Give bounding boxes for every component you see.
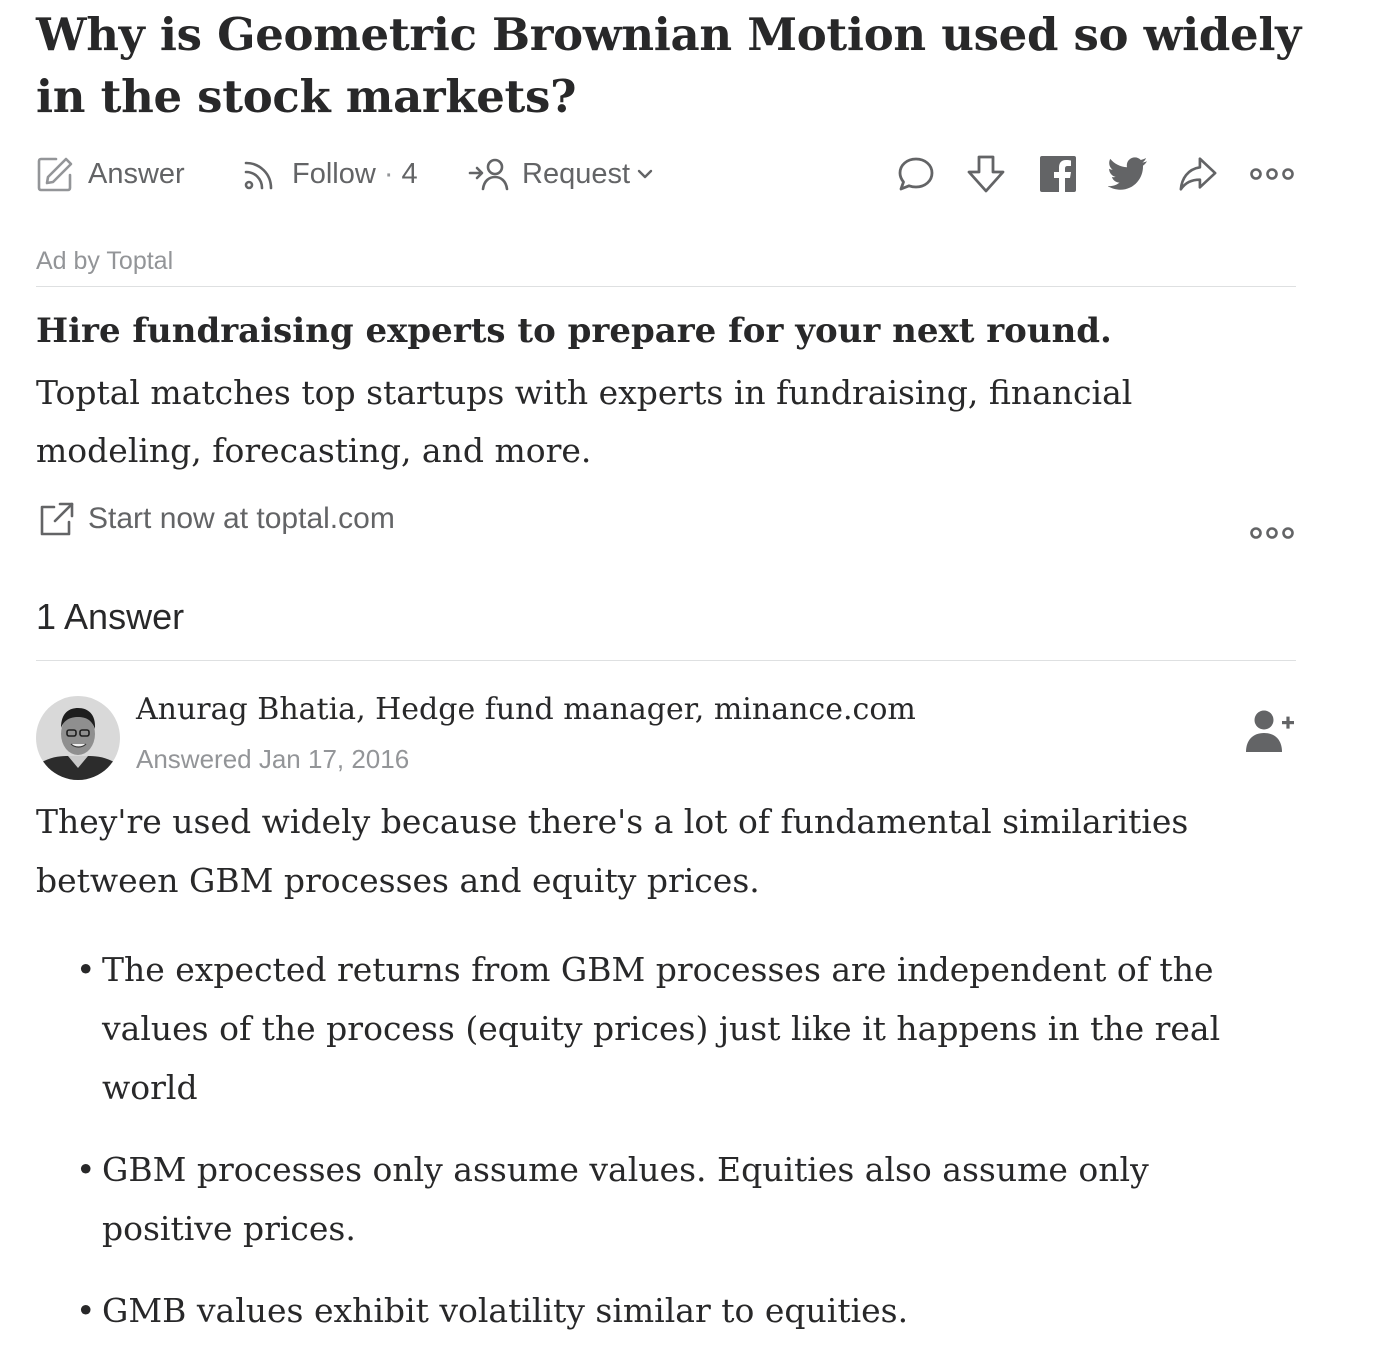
share-icon (1179, 157, 1217, 191)
answered-date[interactable]: Answered Jan 17, 2016 (136, 744, 409, 775)
follow-button[interactable]: Follow · 4 (240, 148, 418, 200)
request-button[interactable]: Request (468, 148, 654, 200)
author-name[interactable]: Anurag Bhatia, Hedge fund manager, minan… (136, 692, 916, 727)
add-user-icon (1246, 710, 1294, 752)
twitter-share-button[interactable] (1108, 154, 1148, 194)
list-item: • GBM processes only assume values. Equi… (0, 1140, 1242, 1258)
follow-separator: · (383, 157, 394, 190)
follow-count: 4 (401, 157, 418, 190)
ad-more-button[interactable] (1250, 523, 1294, 543)
bullet-marker: • (76, 1291, 96, 1330)
question-more-button[interactable] (1250, 164, 1294, 184)
more-icon (1250, 168, 1294, 180)
ad-headline[interactable]: Hire fundraising experts to prepare for … (36, 308, 1296, 354)
comment-icon (898, 157, 934, 191)
request-user-icon (468, 158, 509, 191)
ad-link-label: Start now at toptal.com (88, 502, 395, 535)
facebook-icon (1040, 156, 1076, 192)
ad-body: Toptal matches top startups with experts… (36, 373, 1133, 470)
chevron-down-icon (637, 169, 653, 179)
follow-rss-icon (244, 161, 273, 190)
pencil-icon (37, 157, 73, 192)
bullet-marker: • (76, 950, 96, 989)
external-link-icon (40, 502, 74, 536)
answer-intro: They're used widely because there's a lo… (36, 802, 1189, 900)
follow-author-button[interactable] (1244, 708, 1296, 754)
request-label: Request (522, 157, 631, 190)
answers-divider (36, 660, 1296, 661)
bullet-text: GBM processes only assume values. Equiti… (102, 1150, 1149, 1248)
share-button[interactable] (1178, 154, 1218, 194)
ad-link[interactable]: Start now at toptal.com (38, 496, 395, 542)
author-avatar[interactable] (36, 696, 120, 780)
answer-bullet-list: • The expected returns from GBM processe… (0, 940, 1300, 1363)
bullet-text: GMB values exhibit volatility similar to… (102, 1291, 909, 1330)
list-item: • GMB values exhibit volatility similar … (0, 1281, 1242, 1340)
comment-button[interactable] (896, 154, 936, 194)
answer-label: Answer (88, 157, 185, 190)
answers-count: 1 Answer (36, 596, 185, 637)
twitter-icon (1108, 157, 1147, 190)
bullet-marker: • (76, 1150, 96, 1189)
bullet-text: The expected returns from GBM processes … (102, 950, 1221, 1107)
follow-label: Follow (292, 157, 376, 190)
list-item: • The expected returns from GBM processe… (0, 940, 1242, 1117)
question-action-bar: Answer Follow · 4 Request (36, 148, 1298, 200)
downvote-button[interactable] (966, 154, 1006, 194)
downvote-icon (967, 155, 1005, 193)
facebook-share-button[interactable] (1038, 154, 1078, 194)
answer-button[interactable]: Answer (36, 148, 185, 200)
ad-label: Ad by Toptal (36, 247, 174, 275)
question-title: Why is Geometric Brownian Motion used so… (36, 8, 1301, 123)
ad-divider (36, 286, 1296, 287)
more-icon (1250, 527, 1294, 539)
